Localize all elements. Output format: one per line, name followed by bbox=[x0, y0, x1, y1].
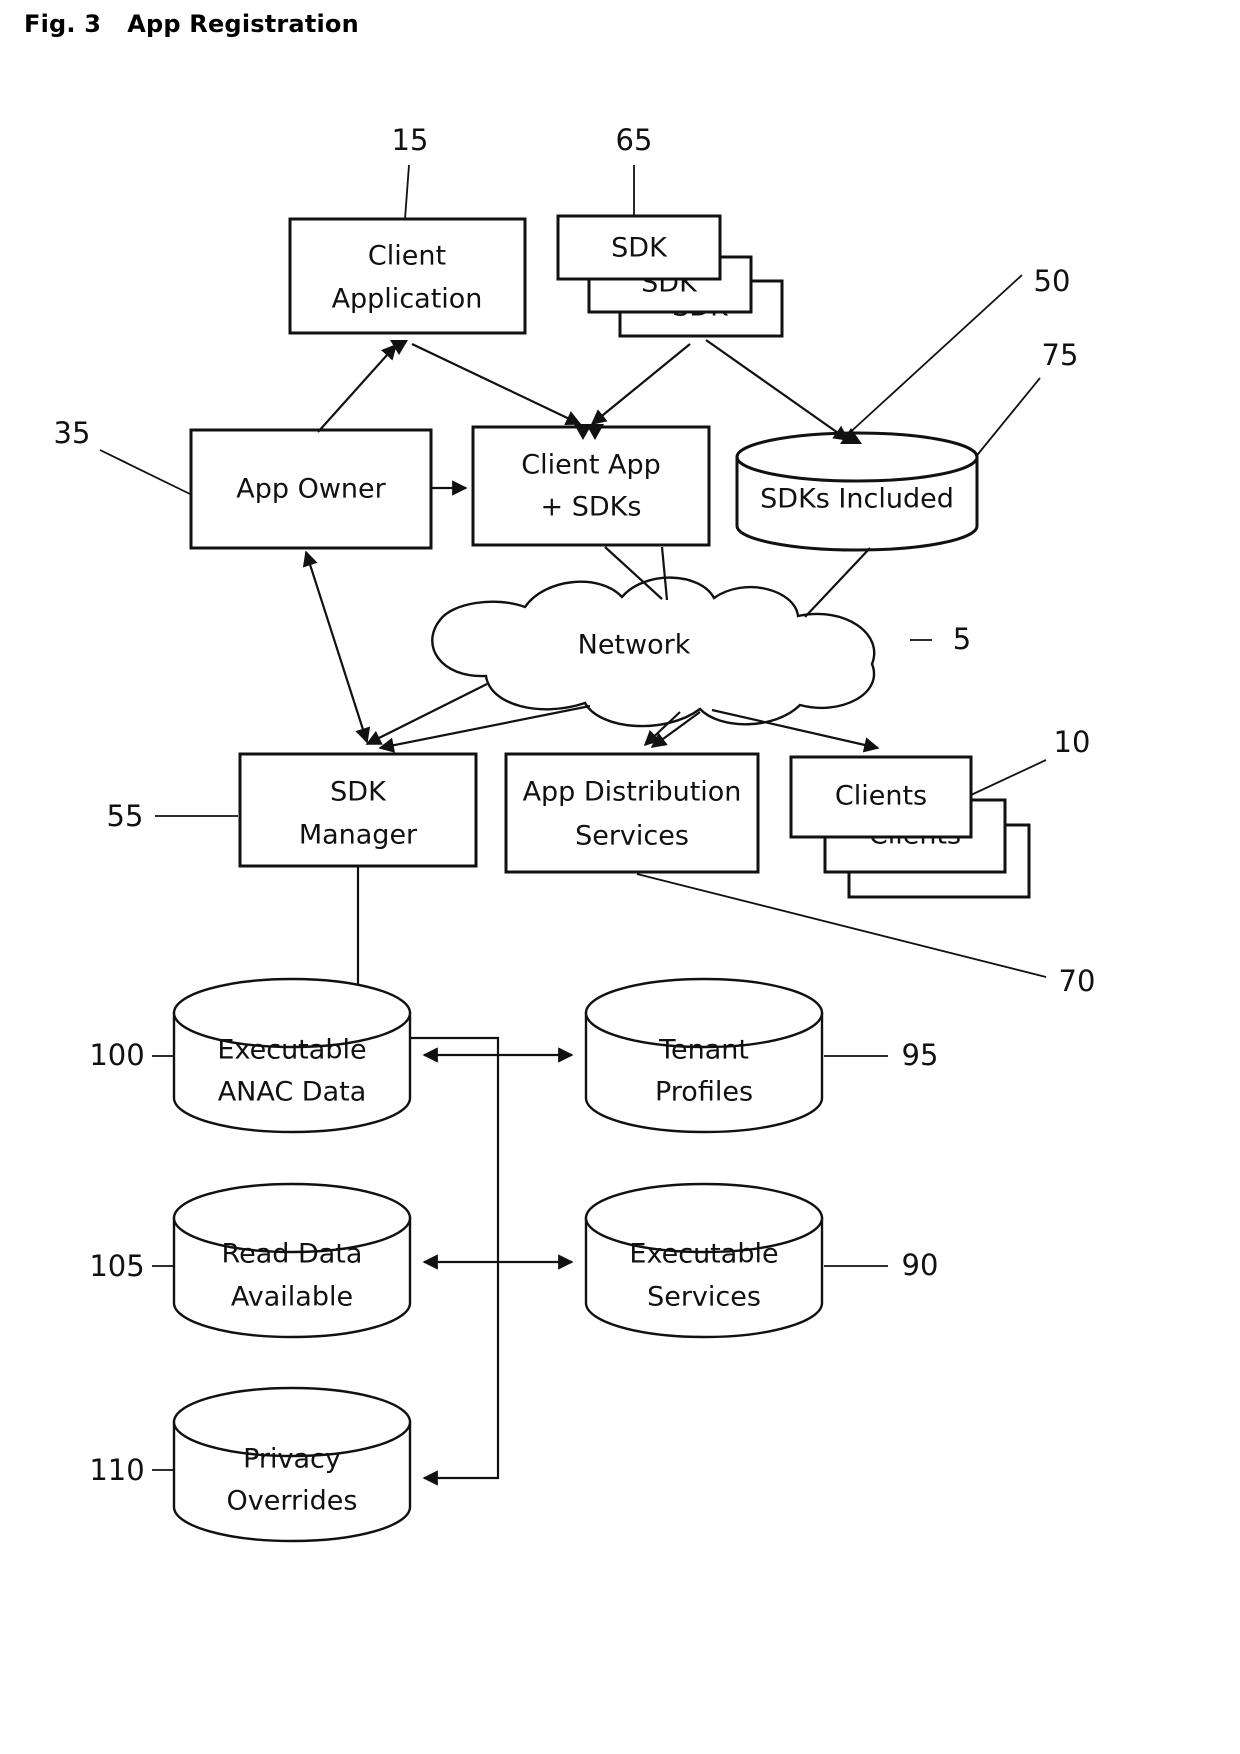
client-application-label-line2: Application bbox=[332, 284, 483, 315]
ref-callout-35: 35 bbox=[54, 416, 191, 495]
node-read-data-available[interactable]: Read Data Available bbox=[172, 1182, 412, 1339]
node-clients-stack[interactable]: Clients Clients Clients bbox=[789, 755, 1031, 899]
client-app-sdks-label-line2: + SDKs bbox=[541, 492, 642, 523]
ref-label-110: 110 bbox=[89, 1453, 144, 1487]
node-network[interactable]: Network bbox=[431, 576, 876, 728]
privacy-overrides-label-line1: Privacy bbox=[243, 1444, 341, 1475]
ref-callout-110: 110 bbox=[89, 1453, 176, 1487]
node-app-distribution-services[interactable]: App Distribution Services bbox=[504, 752, 760, 874]
client-application-label-line1: Client bbox=[368, 241, 446, 272]
ref-callout-100: 100 bbox=[89, 1038, 176, 1072]
node-client-application[interactable]: Client Application bbox=[288, 217, 527, 335]
sdk-manager-label-line2: Manager bbox=[299, 820, 418, 851]
ref-callout-50: 50 bbox=[844, 264, 1071, 438]
tenant-profiles-label-line2: Profiles bbox=[655, 1077, 753, 1108]
ref-label-70: 70 bbox=[1059, 964, 1096, 998]
executable-services-label-line2: Services bbox=[647, 1282, 761, 1313]
network-label: Network bbox=[578, 630, 691, 661]
app-distribution-label-line2: Services bbox=[575, 821, 689, 852]
node-privacy-overrides[interactable]: Privacy Overrides bbox=[172, 1386, 412, 1543]
ref-label-35: 35 bbox=[54, 416, 91, 450]
privacy-overrides-label-line2: Overrides bbox=[227, 1486, 358, 1517]
tenant-profiles-label-line1: Tenant bbox=[658, 1035, 749, 1066]
ref-callout-5: 5 bbox=[910, 622, 971, 656]
ref-callout-15: 15 bbox=[392, 123, 429, 220]
read-data-label-line1: Read Data bbox=[222, 1239, 363, 1270]
ref-label-65: 65 bbox=[616, 123, 653, 157]
client-app-sdks-label-line1: Client App bbox=[521, 450, 661, 481]
sdk-stack-label-front: SDK bbox=[611, 233, 668, 264]
ref-label-75: 75 bbox=[1042, 338, 1079, 372]
sdk-manager-label-line1: SDK bbox=[330, 777, 387, 808]
ref-label-50: 50 bbox=[1034, 264, 1071, 298]
node-app-owner[interactable]: App Owner bbox=[189, 428, 433, 550]
ref-label-5: 5 bbox=[953, 622, 971, 656]
node-tenant-profiles[interactable]: Tenant Profiles bbox=[584, 977, 824, 1134]
ref-label-95: 95 bbox=[902, 1038, 939, 1072]
clients-label-front: Clients bbox=[835, 781, 927, 812]
ref-callout-75: 75 bbox=[964, 338, 1079, 471]
ref-callout-105: 105 bbox=[89, 1249, 176, 1283]
executable-anac-label-line1: Executable bbox=[217, 1035, 366, 1066]
app-registration-diagram: 15 65 Client Application SDK SDK SDK 50 … bbox=[54, 123, 1096, 1543]
sdks-included-label: SDKs Included bbox=[760, 484, 954, 515]
ref-label-100: 100 bbox=[89, 1038, 144, 1072]
node-sdks-included[interactable]: SDKs Included bbox=[735, 431, 979, 552]
node-sdk-manager[interactable]: SDK Manager bbox=[238, 752, 478, 868]
ref-callout-65: 65 bbox=[616, 123, 653, 216]
ref-label-15: 15 bbox=[392, 123, 429, 157]
ref-callout-55: 55 bbox=[107, 799, 238, 833]
node-sdk-stack[interactable]: SDK SDK SDK bbox=[556, 214, 784, 338]
ref-label-90: 90 bbox=[902, 1248, 939, 1282]
connector-sdk-manager-to-privacy-overrides bbox=[356, 867, 500, 1486]
app-distribution-label-line1: App Distribution bbox=[523, 777, 742, 808]
ref-callout-90: 90 bbox=[824, 1248, 938, 1282]
ref-label-105: 105 bbox=[89, 1249, 144, 1283]
node-client-app-sdks[interactable]: Client App + SDKs bbox=[471, 425, 711, 547]
node-executable-anac-data[interactable]: Executable ANAC Data bbox=[172, 977, 412, 1134]
executable-anac-label-line2: ANAC Data bbox=[218, 1077, 367, 1108]
ref-callout-10: 10 bbox=[970, 725, 1091, 796]
app-owner-label: App Owner bbox=[236, 474, 386, 505]
ref-label-10: 10 bbox=[1054, 725, 1091, 759]
ref-callout-95: 95 bbox=[824, 1038, 938, 1072]
ref-label-55: 55 bbox=[107, 799, 144, 833]
read-data-label-line2: Available bbox=[231, 1282, 353, 1313]
node-executable-services[interactable]: Executable Services bbox=[584, 1182, 824, 1339]
executable-services-label-line1: Executable bbox=[629, 1239, 778, 1270]
